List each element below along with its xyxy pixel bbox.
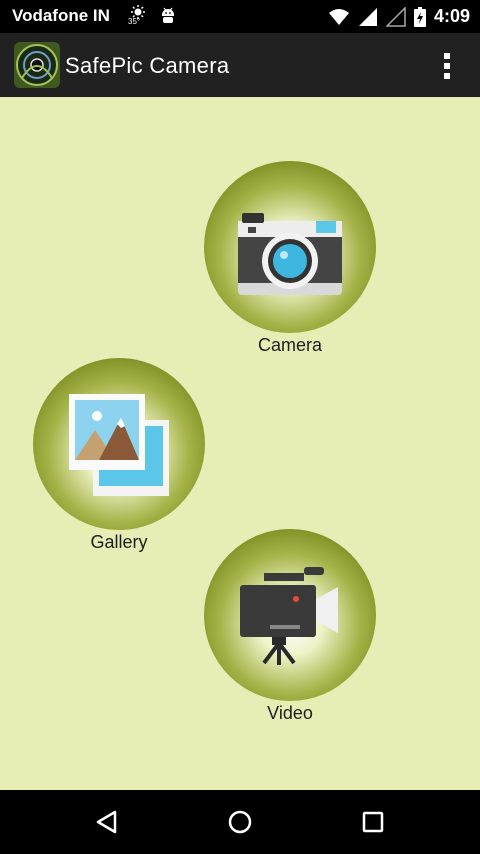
camera-label: Camera bbox=[257, 335, 323, 355]
video-label: Video bbox=[267, 703, 313, 723]
signal-icon bbox=[358, 7, 377, 26]
battery-charging-icon bbox=[413, 6, 426, 27]
gallery-label: Gallery bbox=[90, 532, 148, 552]
app-logo-icon bbox=[14, 42, 60, 88]
back-icon[interactable] bbox=[89, 804, 125, 840]
carrier-name: Vodafone IN bbox=[12, 6, 110, 25]
gallery-icon bbox=[69, 394, 169, 496]
gallery-circle bbox=[33, 358, 205, 530]
camera-circle bbox=[204, 161, 376, 333]
app-bar: SafePic Camera bbox=[0, 33, 480, 97]
recents-icon[interactable] bbox=[355, 804, 391, 840]
wifi-icon bbox=[328, 8, 349, 25]
navigation-bar bbox=[0, 790, 480, 854]
camera-icon bbox=[238, 213, 342, 295]
clock: 4:09 bbox=[433, 6, 470, 26]
camera-button[interactable]: Camera bbox=[204, 161, 376, 355]
temperature-text: 35° bbox=[128, 17, 141, 26]
home-icon[interactable] bbox=[222, 804, 258, 840]
android-debug-icon bbox=[162, 7, 174, 23]
signal-empty-icon bbox=[385, 6, 406, 27]
video-circle bbox=[204, 529, 376, 701]
gallery-button[interactable]: Gallery bbox=[33, 358, 205, 552]
video-camera-icon bbox=[240, 567, 338, 665]
overflow-menu-icon[interactable] bbox=[442, 51, 452, 81]
status-bar: Vodafone IN 35° 4:09 bbox=[0, 0, 480, 33]
main-content: Camera Gallery Video bbox=[0, 97, 480, 790]
app-title: SafePic Camera bbox=[65, 53, 230, 78]
video-button[interactable]: Video bbox=[204, 529, 376, 723]
